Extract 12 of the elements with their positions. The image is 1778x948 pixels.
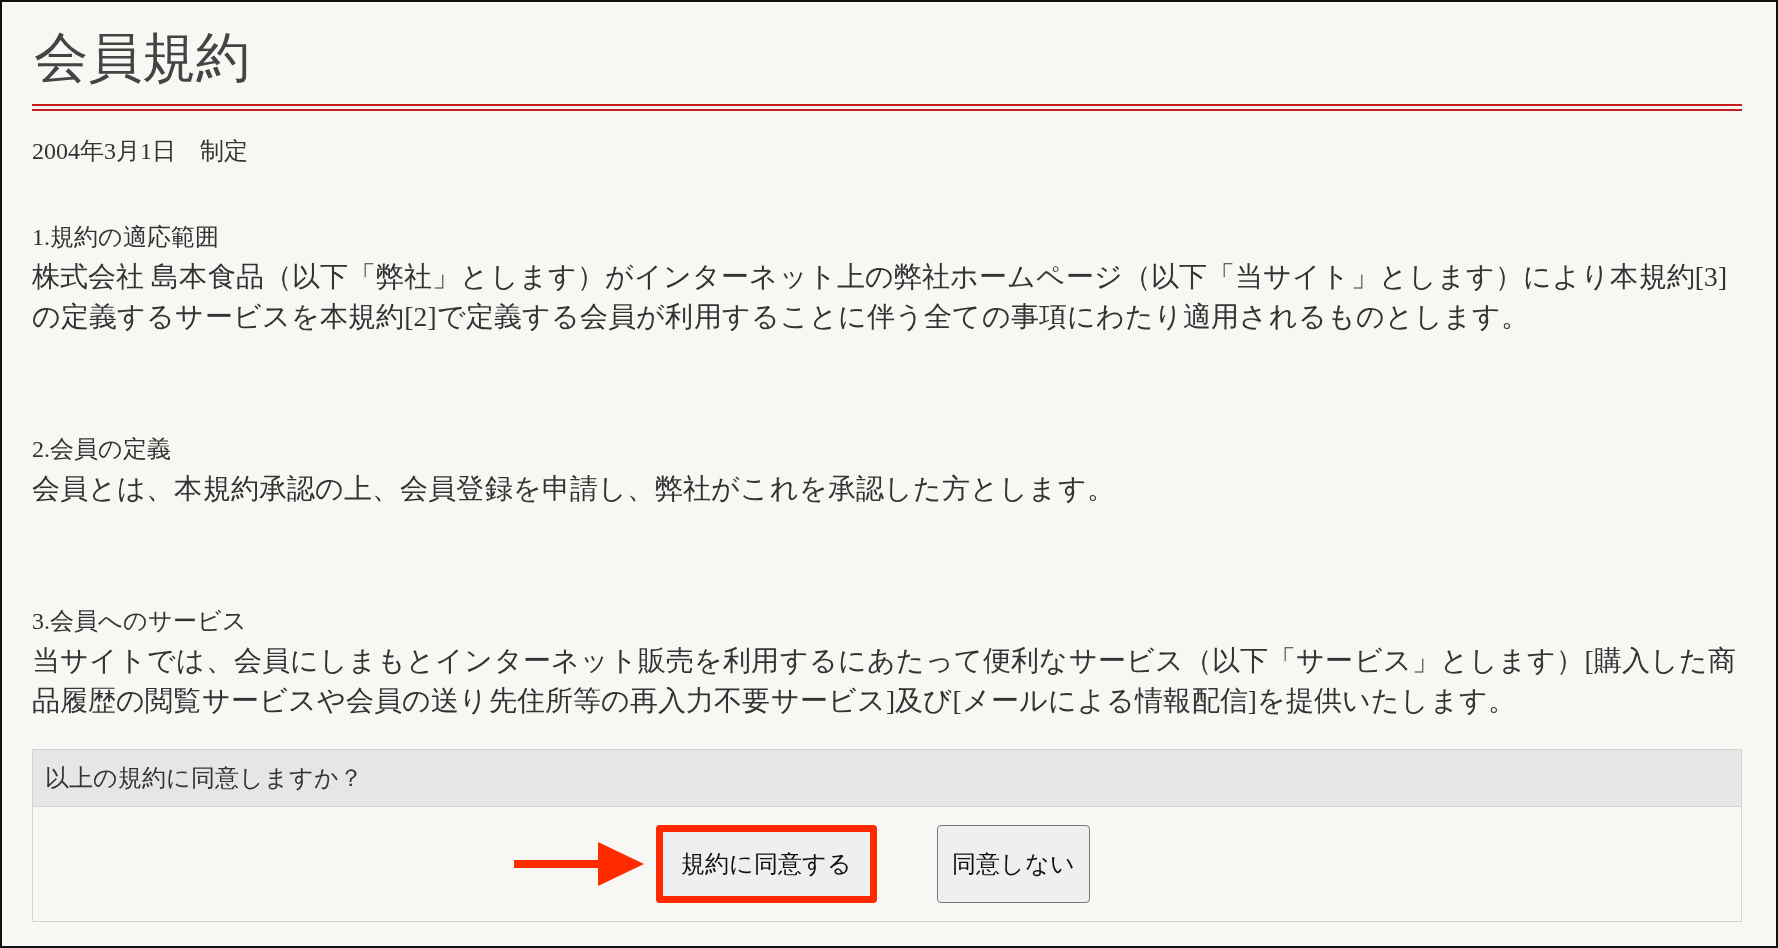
section-heading: 2.会員の定義 xyxy=(32,435,171,464)
section-heading: 1.規約の適応範囲 xyxy=(32,223,219,252)
section-text: 会員とは、本規約承認の上、会員登録を申請し、弊社がこれを承認した方とします。 xyxy=(32,472,1116,506)
arrow-icon xyxy=(514,842,644,886)
consent-question: 以上の規約に同意しますか？ xyxy=(33,750,1741,807)
enactment-date: 2004年3月1日 制定 xyxy=(32,137,248,166)
section-text: 株式会社 島本食品（以下「弊社」とします）がインターネット上の弊社ホームページ（以下「当サイト」とします）により本規約[3]の定義するサービスを本規約[2]で定義する会員が利用することに伴う全ての事項にわたり適用されるものとします。 xyxy=(32,260,1729,334)
agree-button[interactable]: 規約に同意する xyxy=(656,825,877,903)
disagree-button[interactable]: 同意しない xyxy=(937,825,1090,903)
section-heading: 3.会員へのサービス xyxy=(32,607,247,636)
page-title: 会員規約 xyxy=(33,27,251,90)
section-text: 当サイトでは、会員にしまもとインターネット販売を利用するにあたって便利なサービス（以下「サービス」とします）[購入した商品履歴の閲覧サービスや会員の送り先住所等の再入力不要サービス]及び[メールによる情報配信]を提供いたします。 xyxy=(32,644,1738,718)
